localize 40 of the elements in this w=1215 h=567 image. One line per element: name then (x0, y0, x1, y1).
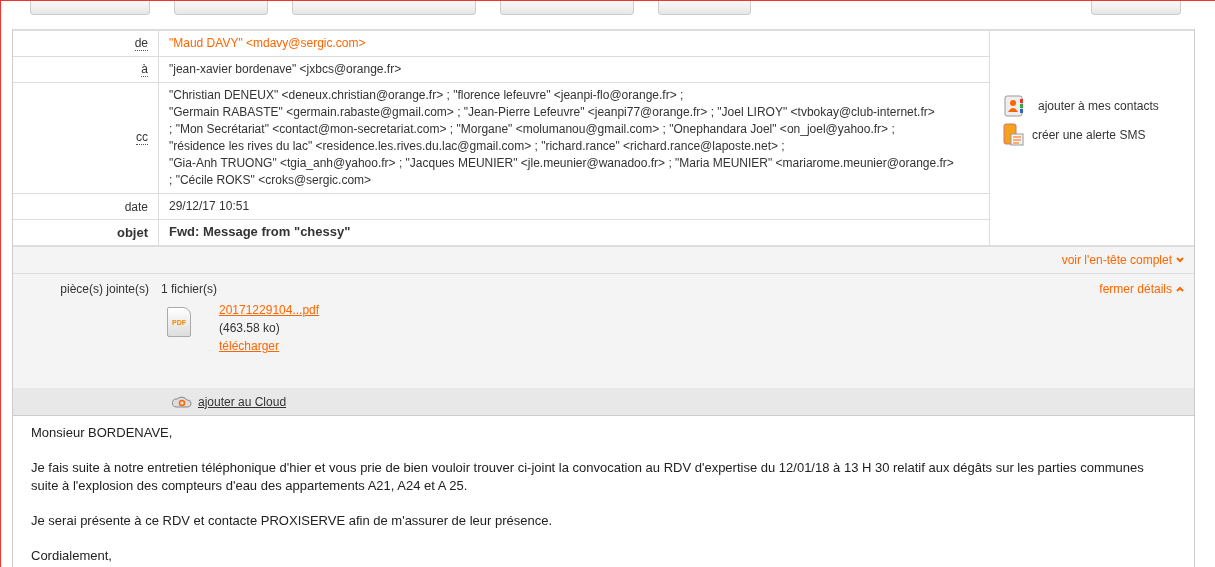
field-label: de (134, 36, 148, 51)
attachments-label: pièce(s) jointe(s) (60, 282, 149, 296)
file-link[interactable]: 20171229104...pdf (219, 303, 320, 317)
add-to-cloud-link[interactable]: ajouter au Cloud (198, 394, 287, 409)
message-paragraph: Je fais suite à notre entretien téléphonique d'hier et vous prie de bien vouloir trouver ci-joint la convocation au RDV d'expertise du 12/01/18 à 13 H 30 relatif aux dégâts sur les parties communes suite à l'explosion des compteurs d'eau des appartements A21, A24 et A 25. (31, 459, 1145, 495)
full-header-link[interactable]: voir l'en-tête complet (1061, 253, 1184, 267)
toolbar-button[interactable] (174, 1, 268, 15)
message-paragraph: Monsieur BORDENAVE, (31, 424, 174, 442)
field-value: ; "Cécile ROKS" <croks@sergic.com> (169, 173, 372, 187)
field-label: objet (116, 225, 148, 240)
add-contact-link[interactable]: ajouter à mes contacts (1038, 99, 1159, 113)
field-value[interactable]: "Maud DAVY" <mdavy@sergic.com> (169, 36, 366, 50)
cloud-icon[interactable] (172, 395, 192, 408)
message-paragraph: Je serai présente à ce RDV et contacte PROXISERVE afin de m'assurer de leur présence. (31, 512, 554, 530)
toolbar-button[interactable] (292, 1, 476, 15)
file-size: (463.58 ko) (219, 321, 281, 335)
download-link[interactable]: télécharger (219, 339, 320, 353)
sms-alert-link[interactable]: créer une alerte SMS (1032, 128, 1146, 142)
field-value: Fwd: Message from "chessy" (169, 224, 351, 239)
phone-message-icon[interactable] (1002, 123, 1024, 147)
toolbar-button[interactable] (500, 1, 634, 15)
toolbar-button[interactable] (658, 1, 751, 15)
chevron-up-icon (1176, 286, 1184, 292)
file-count: 1 fichier(s) (161, 282, 218, 296)
field-label: à (141, 62, 148, 77)
field-value: "Christian DENEUX" <deneux.christian@orange.fr> ; "florence lefeuvre" <jeanpi-flo@orange.fr> ; (169, 88, 684, 102)
field-value: "jean-xavier bordenave" <jxbcs@orange.fr> (169, 62, 402, 76)
chevron-down-icon (1176, 257, 1184, 263)
field-label: cc (136, 131, 148, 145)
field-value: "Gia-Anh TRUONG" <tgia_anh@yahoo.fr> ; "Jacques MEUNIER" <jle.meunier@wanadoo.fr> ; "Maria MEUNIER" <mariarome.meunier@orange.fr> (169, 156, 954, 170)
message-paragraph: Cordialement, (31, 547, 113, 565)
field-label: date (124, 199, 148, 214)
close-details-link[interactable]: fermer détails (1099, 282, 1184, 296)
field-value: 29/12/17 10:51 (169, 199, 250, 213)
toolbar-button[interactable] (30, 1, 150, 15)
field-value: ; "Mon Secrétariat" <contact@mon-secretariat.com> ; "Morgane" <molumanou@gmail.com> ; "Onephandara Joel" <on_joel@yahoo.fr> ; (169, 122, 895, 136)
toolbar-button[interactable] (1091, 1, 1181, 15)
address-book-icon[interactable] (1002, 95, 1024, 117)
field-value: "résidence les rives du lac" <residence.les.rives.du.lac@gmail.com> ; "richard.rance" <richard.rance@laposte.net> ; (169, 139, 785, 153)
field-value: "Germain RABASTE" <germain.rabaste@gmail.com> ; "Jean-Pierre Lefeuvre" <jeanpi77@orange.fr> ; "Joel LIROY" <tvbokay@club-internet.fr> (169, 105, 935, 119)
